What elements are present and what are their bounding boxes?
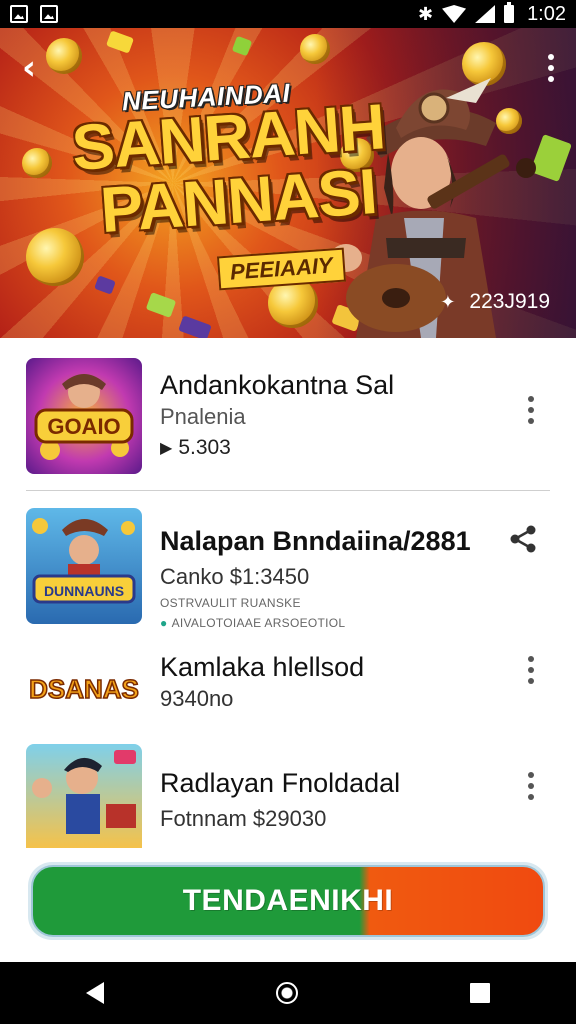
nav-home-icon[interactable] xyxy=(276,982,298,1004)
app-meta: ▶ 5.303 xyxy=(160,436,231,460)
app-thumbnail xyxy=(26,744,142,848)
app-developer: 9340no xyxy=(160,686,234,711)
divider xyxy=(26,490,550,491)
nav-back-icon[interactable] xyxy=(86,982,104,1004)
app-title: Radlayan Fnoldadal xyxy=(160,768,401,798)
hero-banner[interactable]: ‹ NEUHAINDAI SANRANH PANNASI PEEIAAIY ✦ … xyxy=(0,28,576,338)
coin-decoration xyxy=(26,228,84,286)
hero-count-value: 223J919 xyxy=(469,290,550,313)
list-item[interactable]: DSANAS Kamlaka hlellsod 9340no xyxy=(0,638,576,738)
app-detail-line: ● AIVALOTOIAAE ARSOEOTIOL xyxy=(160,616,345,630)
list-item[interactable]: DUNNAUNS Nalapan Bnndaiina/2881 Canko $1… xyxy=(0,498,576,638)
battery-icon xyxy=(504,2,515,23)
cta-button-frame: TENDAENIKHI xyxy=(28,862,548,940)
verified-icon: ● xyxy=(160,616,168,630)
image-notification-icon xyxy=(40,5,58,23)
app-thumbnail: DUNNAUNS xyxy=(26,508,142,624)
app-rating-count: 5.303 xyxy=(178,436,231,459)
status-system-icons: ✱ 1:02 xyxy=(417,2,566,26)
gallery-notification-icon xyxy=(10,5,28,23)
app-thumbnail-art xyxy=(32,750,136,834)
coin-decoration xyxy=(46,38,82,74)
app-thumbnail: GOAIO xyxy=(26,358,142,474)
status-bar: ✱ 1:02 xyxy=(0,0,576,28)
tag-icon: ▶ xyxy=(160,440,173,457)
more-options-icon[interactable] xyxy=(548,54,554,82)
more-options-icon[interactable] xyxy=(528,656,534,684)
back-arrow-icon[interactable]: ‹ xyxy=(22,51,50,85)
share-icon[interactable] xyxy=(508,524,538,554)
app-title: Nalapan Bnndaiina/2881 xyxy=(160,526,471,556)
app-developer: Fotnnam $29030 xyxy=(160,806,327,831)
app-detail-text: AIVALOTOIAAE ARSOEOTIOL xyxy=(171,616,346,630)
install-cta-button[interactable]: TENDAENIKHI xyxy=(31,865,545,937)
hero-title: SANRANH PANNASI xyxy=(70,90,391,247)
status-time: 1:02 xyxy=(527,2,566,25)
app-developer: Pnalenia xyxy=(160,404,246,429)
thumbnail-text: DUNNAUNS xyxy=(44,583,124,599)
hero-count: ✦ 223J919 xyxy=(440,290,550,314)
app-thumbnail: DSANAS xyxy=(26,642,142,732)
app-thumbnail-art: DSANAS xyxy=(28,673,139,705)
list-item[interactable]: GOAIO Andankokantna Sal Pnalenia ▶ 5.303 xyxy=(0,338,576,490)
app-title: Andankokantna Sal xyxy=(160,370,395,400)
system-navigation-bar xyxy=(0,962,576,1024)
coin-decoration xyxy=(300,34,330,64)
coin-decoration xyxy=(22,148,52,178)
more-options-icon[interactable] xyxy=(528,396,534,424)
app-screen: ✱ 1:02 ‹ NEUHAINDAI SANRANH PANNASI PEEI… xyxy=(0,0,576,1024)
app-list: GOAIO Andankokantna Sal Pnalenia ▶ 5.303… xyxy=(0,338,576,848)
app-thumbnail-art: DUNNAUNS xyxy=(32,518,136,604)
thumbnail-text: DSANAS xyxy=(29,674,139,704)
status-notifications xyxy=(10,5,58,23)
player-count-icon: ✦ xyxy=(440,291,456,312)
list-item[interactable]: Radlayan Fnoldadal Fotnnam $29030 xyxy=(0,738,576,848)
signal-icon xyxy=(475,5,496,23)
app-detail-line: OSTRVAULIT RUANSKE xyxy=(160,596,301,610)
bluetooth-icon: ✱ xyxy=(417,3,434,25)
app-thumbnail-art: GOAIO xyxy=(34,374,134,460)
wifi-icon xyxy=(442,5,467,23)
nav-recents-icon[interactable] xyxy=(470,983,490,1003)
more-options-icon[interactable] xyxy=(528,772,534,800)
app-title: Kamlaka hlellsod xyxy=(160,652,365,682)
thumbnail-text: GOAIO xyxy=(47,414,120,439)
app-developer: Canko $1:3450 xyxy=(160,564,310,589)
hero-title-line2: PANNASI xyxy=(98,154,379,247)
